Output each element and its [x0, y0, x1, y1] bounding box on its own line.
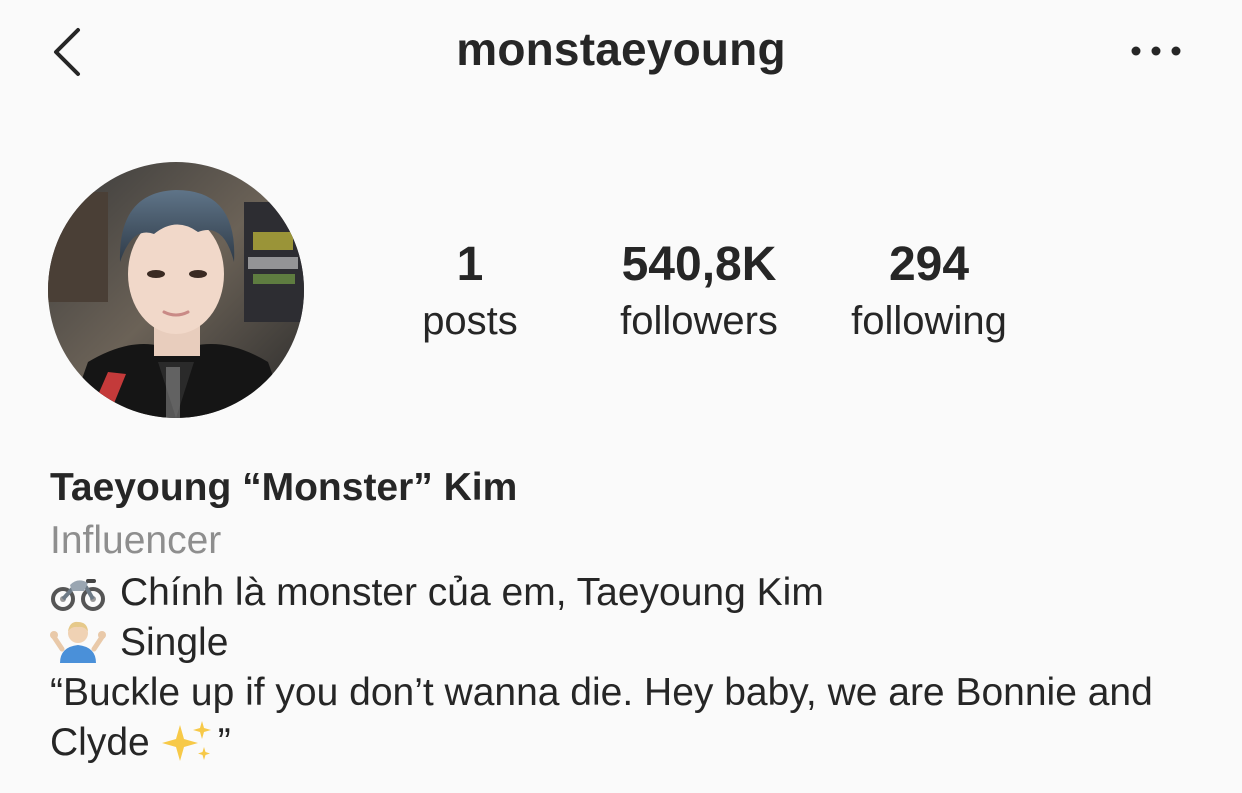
profile-display-name: Taeyoung “Monster” Kim: [50, 466, 518, 509]
motorcycle-icon: [51, 579, 105, 611]
sparkles-icon: [161, 721, 211, 761]
following-count-stat[interactable]: 294 following: [834, 236, 1024, 348]
bio-quote: “Buckle up if you don’t wanna die. Hey b…: [50, 668, 1210, 768]
profile-avatar[interactable]: [48, 162, 304, 418]
followers-count: 540,8K: [621, 238, 777, 291]
shrugging-person-icon: [50, 621, 106, 663]
bio-line-2: Single: [50, 618, 1210, 668]
profile-bio-section: Taeyoung “Monster” Kim Influencer Chính …: [50, 462, 1210, 768]
following-count: 294: [888, 238, 970, 291]
top-navigation-bar: monstaeyoung: [0, 0, 1242, 110]
more-options-button[interactable]: [1120, 30, 1190, 74]
more-horizontal-icon: [1131, 46, 1181, 56]
followers-count-stat[interactable]: 540,8K followers: [594, 236, 804, 348]
avatar-image: [48, 162, 304, 418]
profile-username-title: monstaeyoung: [456, 23, 786, 75]
bio-quote-end: ”: [217, 721, 231, 764]
following-label: following: [851, 299, 1007, 343]
posts-count: 1: [456, 238, 484, 291]
bio-line-1-text: Chính là monster của em, Taeyoung Kim: [120, 571, 824, 614]
bio-quote-text: “Buckle up if you don’t wanna die. Hey b…: [50, 671, 1153, 764]
posts-count-stat[interactable]: 1 posts: [395, 236, 545, 348]
posts-label: posts: [422, 299, 518, 343]
profile-category: Influencer: [50, 519, 222, 562]
bio-line-1: Chính là monster của em, Taeyoung Kim: [50, 568, 1210, 618]
followers-label: followers: [620, 299, 778, 343]
bio-line-2-text: Single: [120, 621, 229, 664]
